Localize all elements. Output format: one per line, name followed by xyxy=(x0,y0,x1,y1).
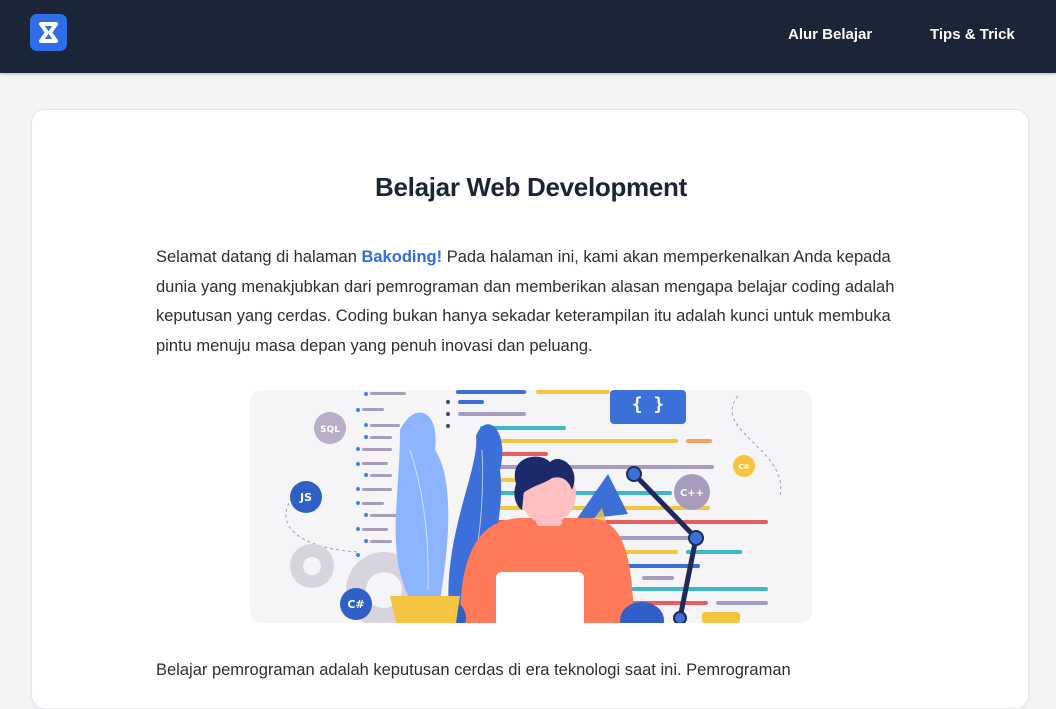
nav-link-alur-belajar[interactable]: Alur Belajar xyxy=(788,26,872,43)
sql-badge-label: SQL xyxy=(320,425,340,435)
brand-highlight: Bakoding! xyxy=(361,248,443,266)
content-card: Belajar Web Development Selamat datang d… xyxy=(31,109,1029,709)
csharp-badge-right: C# xyxy=(733,455,755,477)
csharp-badge-left-label: C# xyxy=(347,598,364,611)
cpp-badge-label: C++ xyxy=(680,488,704,499)
csharp-badge-right-label: C# xyxy=(738,463,749,471)
top-navbar: Alur Belajar Tips & Trick xyxy=(0,0,1056,73)
page-title: Belajar Web Development xyxy=(375,172,687,202)
second-paragraph: Belajar pemrograman adalah keputusan cer… xyxy=(156,661,791,679)
braces-text: { } xyxy=(632,394,665,415)
nav-link-tips-trick[interactable]: Tips & Trick xyxy=(930,26,1015,43)
csharp-badge-left: C# xyxy=(340,588,372,620)
coding-illustration: { } SQL JS C# C++ C# xyxy=(250,390,812,623)
js-badge-label: JS xyxy=(299,491,312,504)
bakoding-logo-icon[interactable] xyxy=(30,14,67,51)
js-badge: JS xyxy=(290,481,322,513)
sql-badge: SQL xyxy=(314,412,346,444)
intro-prefix: Selamat datang di halaman xyxy=(156,248,362,266)
cpp-badge: C++ xyxy=(674,474,710,510)
intro-paragraph: Selamat datang di halaman Bakoding! Pada… xyxy=(156,243,916,361)
